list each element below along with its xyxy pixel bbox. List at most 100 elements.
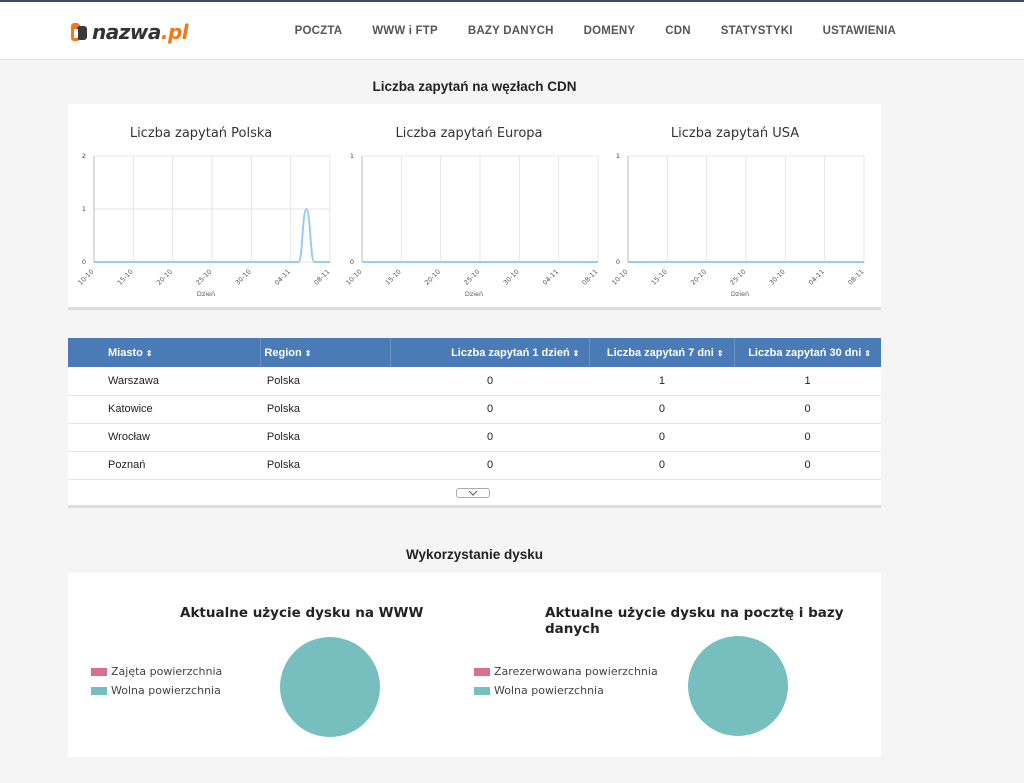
x-tick-label: 08-11 (580, 268, 599, 287)
x-tick-label: 04-11 (807, 268, 826, 287)
x-tick-label: 30-10 (768, 268, 787, 287)
legend-item[interactable]: Wolna powierzchnia (474, 681, 658, 700)
sort-icon: ⇕ (572, 348, 580, 358)
www-disk-title: Aktualne użycie dysku na WWW (180, 605, 424, 621)
table-row: Poznań Polska 0 0 0 (68, 451, 881, 480)
cell-miasto: Warszawa (68, 367, 261, 396)
x-tick-label: 10-10 (610, 268, 629, 287)
legend-swatch (474, 667, 490, 676)
nav-ustawienia[interactable]: USTAWIENIA (823, 25, 896, 37)
y-tick-label: 1 (82, 205, 86, 213)
cell-7d: 0 (589, 395, 735, 424)
cdn-section-title: Liczba zapytań na węzłach CDN (372, 79, 577, 94)
cell-region: Polska (260, 451, 391, 480)
top-header: nazwa.pl POCZTA WWW i FTP BAZY DANYCH DO… (0, 2, 1024, 60)
mail-disk-title: Aktualne użycie dysku na pocztę i bazy d… (545, 605, 844, 637)
x-tick-label: 25-10 (194, 268, 213, 287)
table-row: Warszawa Polska 0 1 1 (68, 367, 881, 396)
nav-cdn[interactable]: CDN (665, 25, 691, 37)
x-axis-label: Dzień (731, 290, 749, 298)
nav-bazy-danych[interactable]: BAZY DANYCH (468, 25, 554, 37)
logo-text: nazwa.pl (92, 20, 189, 44)
x-tick-label: 04-11 (273, 268, 292, 287)
x-tick-label: 20-10 (155, 268, 174, 287)
col-miasto-header[interactable]: Miasto ⇕ (68, 338, 262, 367)
cdn-table-panel: Miasto ⇕ Region ⇕ Liczba zapytań 1 dzień ⇕ … (68, 338, 881, 508)
logo-mark-icon (70, 20, 90, 44)
www-disk-legend: Zajęta powierzchnia Wolna powierzchnia (91, 662, 222, 700)
cdn-charts-panel: Liczba zapytań Polska 10-10 15-10 20-10 25-… (68, 104, 881, 310)
table-header-row: Miasto ⇕ Region ⇕ Liczba zapytań 1 dzień ⇕ … (68, 338, 881, 367)
disk-section-title: Wykorzystanie dysku (405, 547, 544, 562)
chart-polska-svg: 10-10 15-10 20-10 25-10 30-10 04-11 08-11 0 1 2 Dz… (76, 152, 331, 298)
x-tick-label: 10-10 (344, 268, 363, 287)
legend-swatch (474, 686, 490, 695)
y-tick-label: 1 (616, 152, 620, 160)
cell-30d: 1 (734, 367, 881, 396)
x-tick-label: 15-10 (384, 268, 403, 287)
x-tick-label: 20-10 (689, 268, 708, 287)
main-nav: POCZTA WWW i FTP BAZY DANYCH DOMENY CDN … (265, 2, 896, 60)
logo[interactable]: nazwa.pl (70, 18, 189, 46)
chart-europa: Liczba zapytań Europa 10-10 15-10 20-10 25-… (336, 104, 602, 304)
chart-polska: Liczba zapytań Polska 10-10 15-10 20-10 25-… (68, 104, 334, 304)
chart-usa-svg: 10-10 15-10 20-10 25-10 30-10 04-11 08-11 0 1 Dzi… (610, 152, 865, 298)
x-tick-label: 10-10 (76, 268, 95, 287)
col-1d-header[interactable]: Liczba zapytań 1 dzień ⇕ (390, 338, 591, 367)
x-tick-label: 08-11 (846, 268, 865, 287)
cell-7d: 1 (589, 367, 735, 396)
col-7d-header[interactable]: Liczba zapytań 7 dni ⇕ (589, 338, 735, 367)
cell-7d: 0 (589, 451, 735, 480)
x-axis-label: Dzień (465, 290, 483, 298)
y-tick-label: 2 (82, 152, 86, 160)
cell-region: Polska (260, 423, 391, 452)
cell-1d: 0 (390, 395, 590, 424)
col-30d-header[interactable]: Liczba zapytań 30 dni ⇕ (734, 338, 881, 367)
mail-disk-pie (688, 636, 788, 736)
y-tick-label: 1 (350, 152, 354, 160)
cell-30d: 0 (734, 451, 881, 480)
cell-7d: 0 (589, 423, 735, 452)
disk-panel: Aktualne użycie dysku na WWW Zajęta powi… (68, 573, 881, 757)
expand-table-button[interactable] (456, 488, 490, 498)
sort-icon: ⇕ (716, 348, 724, 358)
chart-europa-svg: 10-10 15-10 20-10 25-10 30-10 04-11 08-11 0 1 Dzi… (344, 152, 599, 298)
cell-miasto: Wrocław (68, 423, 261, 452)
table-body: Warszawa Polska 0 1 1 Katowice Polska 0 0 0 Wrocła… (68, 367, 881, 480)
x-axis-label: Dzień (197, 290, 215, 298)
x-tick-label: 25-10 (462, 268, 481, 287)
x-tick-label: 20-10 (423, 268, 442, 287)
cell-1d: 0 (390, 423, 590, 452)
nav-www-ftp[interactable]: WWW i FTP (372, 25, 438, 37)
cell-30d: 0 (734, 395, 881, 424)
cell-1d: 0 (390, 451, 590, 480)
nav-poczta[interactable]: POCZTA (295, 25, 343, 37)
sort-icon: ⇕ (304, 348, 312, 358)
nav-domeny[interactable]: DOMENY (584, 25, 636, 37)
www-disk-pie (280, 637, 380, 737)
x-tick-label: 30-10 (234, 268, 253, 287)
y-tick-label: 0 (82, 258, 86, 266)
cell-region: Polska (260, 367, 391, 396)
cell-region: Polska (260, 395, 391, 424)
cell-30d: 0 (734, 423, 881, 452)
x-tick-label: 04-11 (541, 268, 560, 287)
y-tick-label: 0 (350, 258, 354, 266)
nav-statystyki[interactable]: STATYSTYKI (721, 25, 793, 37)
mail-disk-legend: Zarezerwowana powierzchnia Wolna powierz… (474, 662, 658, 700)
col-region-header[interactable]: Region ⇕ (260, 338, 391, 367)
x-tick-label: 15-10 (650, 268, 669, 287)
legend-swatch (91, 667, 107, 676)
legend-item[interactable]: Zarezerwowana powierzchnia (474, 662, 658, 681)
legend-swatch (91, 686, 107, 695)
legend-item[interactable]: Zajęta powierzchnia (91, 662, 222, 681)
cdn-table: Miasto ⇕ Region ⇕ Liczba zapytań 1 dzień ⇕ … (68, 338, 881, 480)
y-tick-label: 0 (616, 258, 620, 266)
cell-miasto: Katowice (68, 395, 261, 424)
x-tick-label: 30-10 (502, 268, 521, 287)
x-tick-label: 15-10 (116, 268, 135, 287)
x-tick-label: 25-10 (728, 268, 747, 287)
table-row: Wrocław Polska 0 0 0 (68, 423, 881, 452)
table-row: Katowice Polska 0 0 0 (68, 395, 881, 424)
legend-item[interactable]: Wolna powierzchnia (91, 681, 222, 700)
